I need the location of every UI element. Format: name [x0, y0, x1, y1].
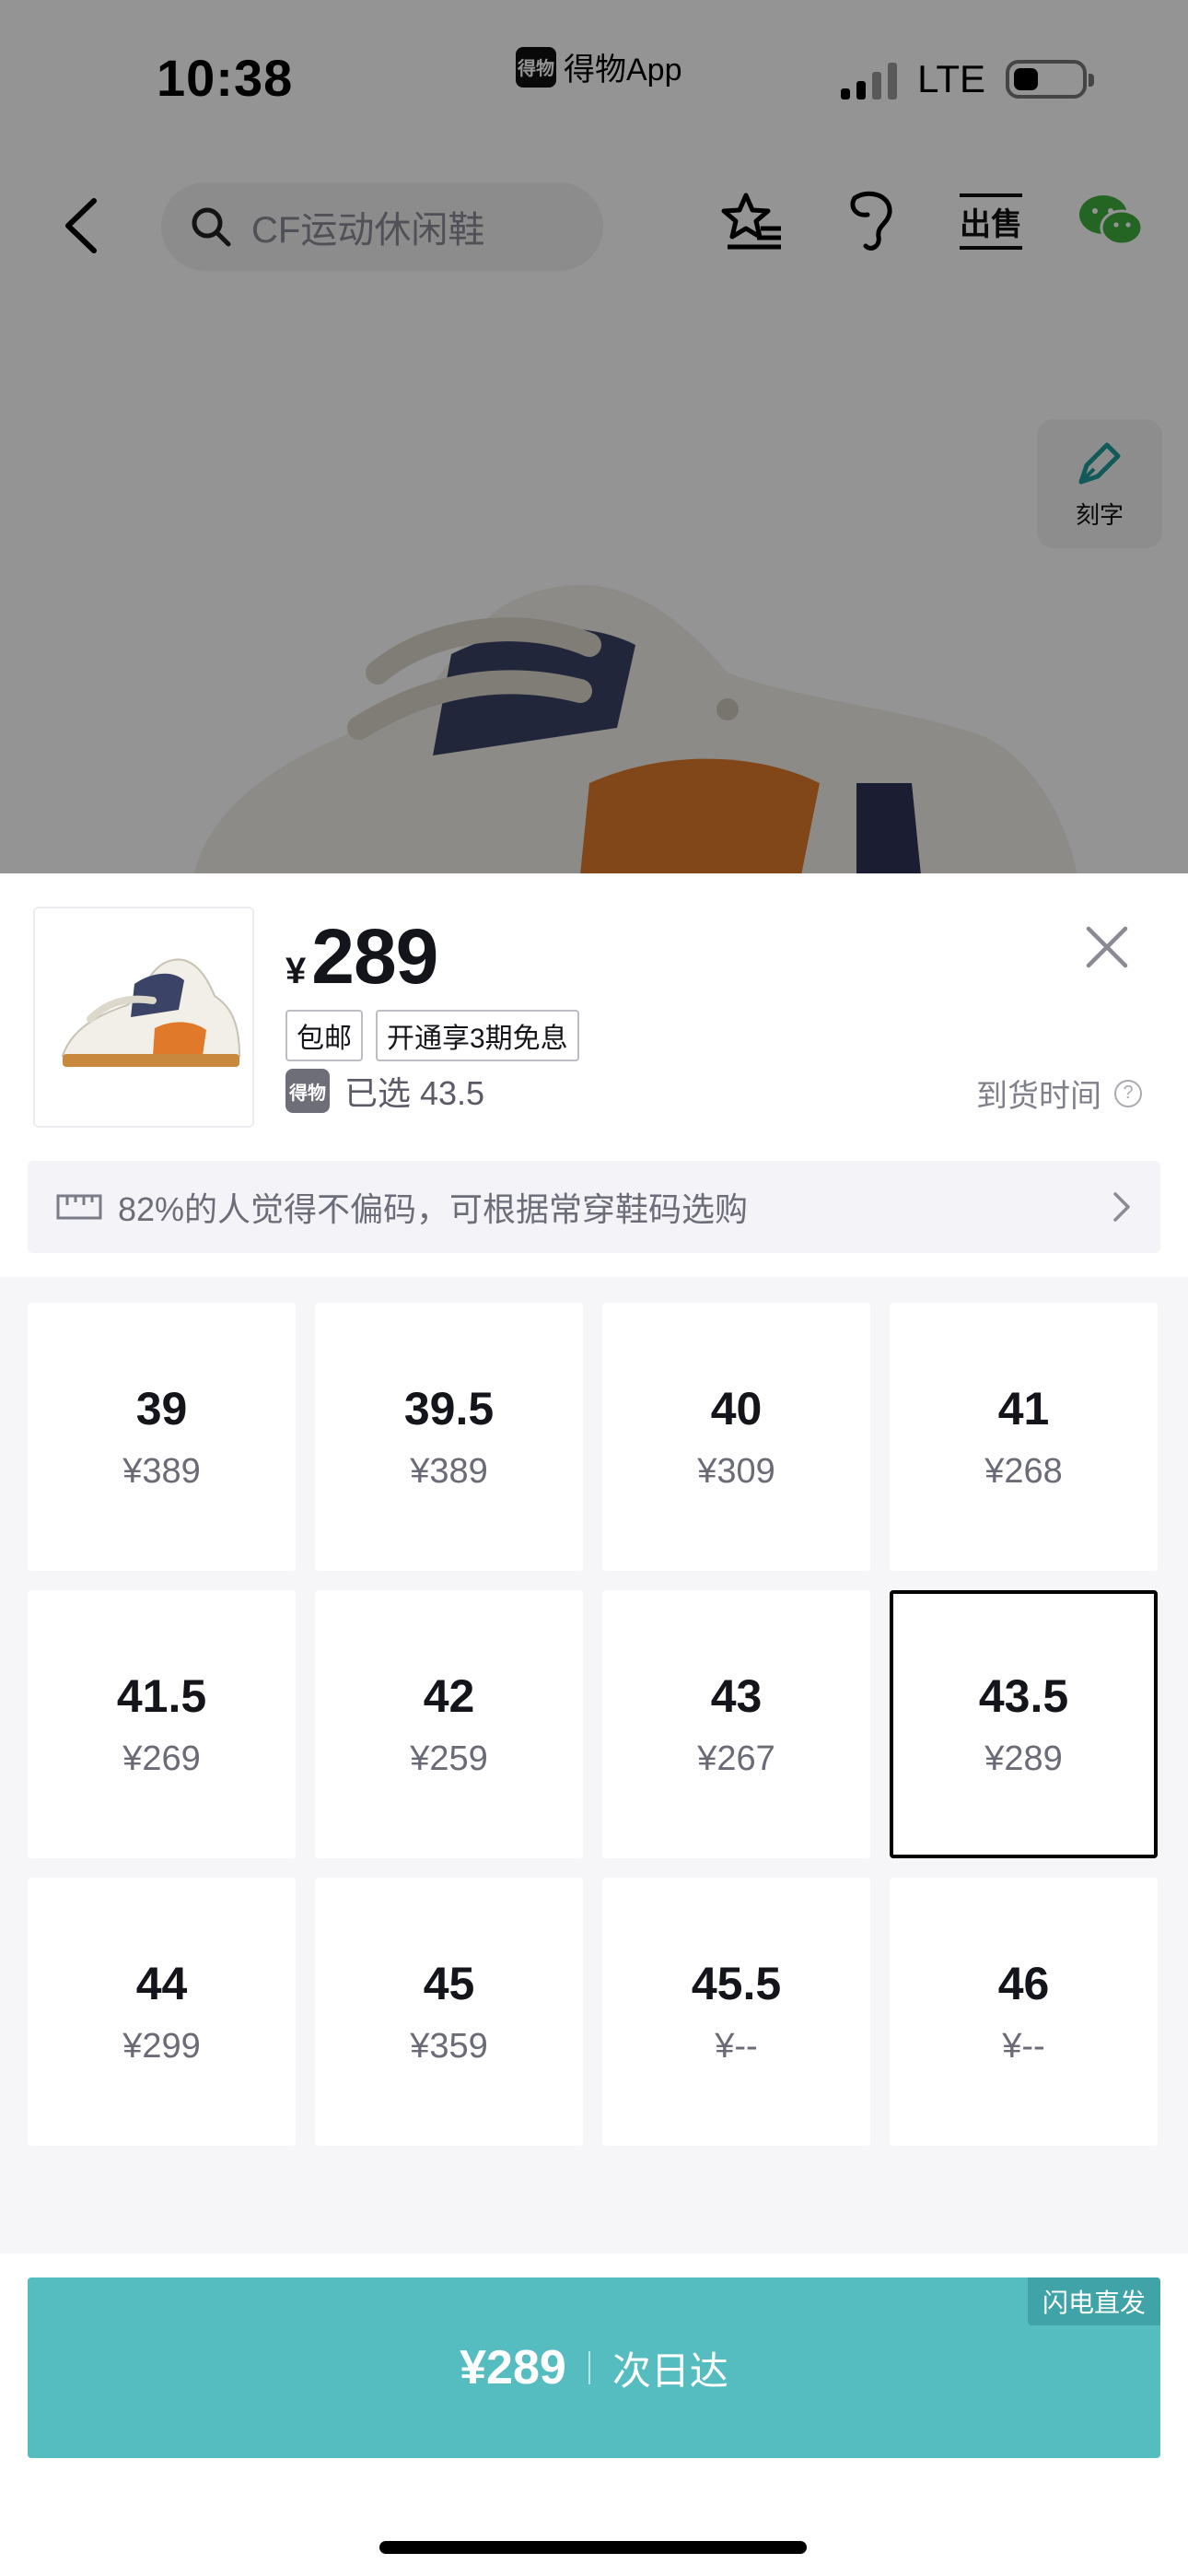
- buy-button-content: ¥289 次日达: [28, 2277, 1160, 2458]
- size-label: 39.5: [403, 1383, 495, 1434]
- size-price: ¥389: [410, 1452, 488, 1491]
- size-label: 44: [135, 1958, 188, 2009]
- tag-free-shipping: 包邮: [285, 1010, 363, 1061]
- size-option[interactable]: 45 ¥359: [315, 1878, 583, 2146]
- size-price: ¥309: [697, 1452, 775, 1491]
- home-indicator[interactable]: [379, 2541, 807, 2554]
- size-label: 46: [997, 1958, 1050, 2009]
- modal-backdrop[interactable]: [0, 0, 1188, 875]
- buy-divider: [588, 2351, 590, 2384]
- size-option[interactable]: 46 ¥--: [890, 1878, 1158, 2146]
- ruler-icon: [56, 1194, 102, 1220]
- size-option[interactable]: 39.5 ¥389: [315, 1303, 583, 1571]
- size-label: 43: [710, 1670, 763, 1722]
- size-label: 41.5: [116, 1670, 207, 1722]
- product-tags: 包邮 开通享3期免息: [285, 1010, 579, 1061]
- size-label: 45: [423, 1958, 475, 2009]
- size-label: 41: [997, 1383, 1050, 1434]
- size-option[interactable]: 41.5 ¥269: [28, 1590, 296, 1858]
- size-price: ¥--: [1002, 2027, 1045, 2066]
- size-price: ¥--: [715, 2027, 758, 2066]
- product-thumbnail: [33, 907, 254, 1128]
- size-option[interactable]: 44 ¥299: [28, 1878, 296, 2146]
- size-price: ¥267: [697, 1739, 775, 1778]
- buy-delivery: 次日达: [611, 2348, 728, 2393]
- size-label: 40: [710, 1383, 763, 1434]
- tag-installment[interactable]: 开通享3期免息: [376, 1010, 579, 1061]
- product-thumbnail-image: [61, 958, 241, 1067]
- size-option[interactable]: 39 ¥389: [28, 1303, 296, 1571]
- help-icon: ?: [1114, 1079, 1142, 1107]
- arrival-time-button[interactable]: 到货时间 ?: [976, 1071, 1142, 1116]
- size-label: 42: [423, 1670, 475, 1722]
- size-label: 45.5: [691, 1958, 782, 2009]
- size-option[interactable]: 43.5 ¥289: [890, 1590, 1158, 1858]
- close-icon[interactable]: [1079, 919, 1135, 975]
- size-grid: 39 ¥389 39.5 ¥389 40 ¥309 41 ¥268 41.5 ¥269 42 ¥259…: [28, 1303, 1160, 2146]
- size-label: 39: [135, 1383, 188, 1434]
- size-option[interactable]: 40 ¥309: [602, 1303, 870, 1571]
- size-selector-sheet: ¥ 289 包邮 开通享3期免息 得物 已选 43.5 到货时间 ? 82%的人…: [0, 873, 1188, 2576]
- price-value: 289: [311, 913, 438, 1000]
- selected-size-text: 已选 43.5: [344, 1074, 485, 1112]
- size-fit-banner[interactable]: 82%的人觉得不偏码，可根据常穿鞋码选购: [28, 1161, 1160, 1253]
- express-badge: 闪电直发: [1027, 2277, 1160, 2325]
- size-price: ¥289: [984, 1739, 1063, 1778]
- selected-size-row: 得物 已选 43.5: [285, 1067, 484, 1115]
- size-grid-area: 39 ¥389 39.5 ¥389 40 ¥309 41 ¥268 41.5 ¥269 42 ¥259…: [0, 1277, 1188, 2254]
- brand-logo-icon: 得物: [285, 1069, 330, 1113]
- arrival-time-label: 到货时间: [976, 1079, 1101, 1114]
- size-option[interactable]: 43 ¥267: [602, 1590, 870, 1858]
- size-price: ¥359: [410, 2027, 488, 2066]
- size-price: ¥269: [122, 1739, 201, 1778]
- size-price: ¥299: [122, 2027, 201, 2066]
- size-price: ¥268: [984, 1452, 1063, 1491]
- buy-button[interactable]: ¥289 次日达 闪电直发: [28, 2277, 1160, 2458]
- chevron-right-icon: [1113, 1192, 1130, 1222]
- price-currency: ¥: [285, 951, 307, 991]
- size-price: ¥389: [122, 1452, 201, 1491]
- size-fit-text: 82%的人觉得不偏码，可根据常穿鞋码选购: [118, 1190, 749, 1228]
- size-label: 43.5: [978, 1670, 1069, 1722]
- product-page-background: 10:38 得物 得物App LTE CF运动休闲鞋 出售 刻字: [0, 0, 1188, 875]
- size-option[interactable]: 42 ¥259: [315, 1590, 583, 1858]
- buy-price: ¥289: [460, 2341, 566, 2395]
- size-option[interactable]: 41 ¥268: [890, 1303, 1158, 1571]
- price-display: ¥ 289: [285, 912, 438, 1001]
- size-option[interactable]: 45.5 ¥--: [602, 1878, 870, 2146]
- size-price: ¥259: [410, 1739, 488, 1778]
